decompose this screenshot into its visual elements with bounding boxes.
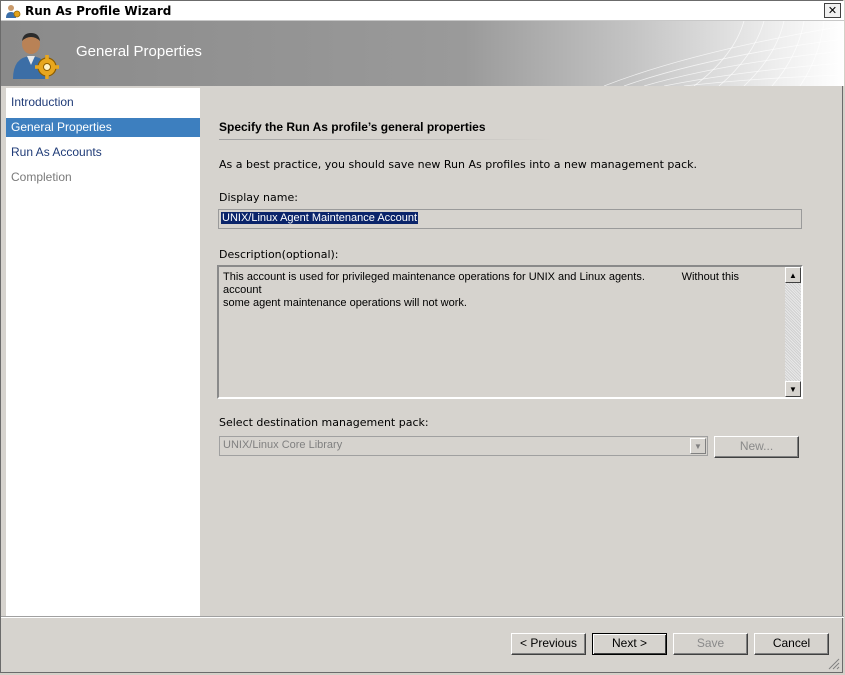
resize-grip-icon[interactable] (828, 658, 840, 670)
display-name-value: UNIX/Linux Agent Maintenance Account (221, 212, 419, 224)
chevron-down-icon: ▼ (690, 438, 706, 454)
management-pack-label: Select destination management pack: (219, 416, 429, 429)
description-scrollbar[interactable]: ▲ ▼ (785, 267, 801, 397)
decorative-mesh (603, 21, 844, 86)
display-name-field[interactable]: UNIX/Linux Agent Maintenance Account (218, 209, 802, 229)
next-button[interactable]: Next > (592, 633, 667, 655)
display-name-label: Display name: (219, 191, 298, 204)
header-banner: General Properties (1, 21, 844, 86)
description-field[interactable]: This account is used for privileged main… (217, 265, 803, 399)
management-pack-value: UNIX/Linux Core Library (223, 439, 343, 451)
instruction-text: As a best practice, you should save new … (219, 158, 698, 171)
page-heading: Specify the Run As profile’s general pro… (219, 120, 486, 134)
nav-item-run-as-accounts[interactable]: Run As Accounts (6, 143, 200, 162)
description-label: Description(optional): (219, 248, 339, 261)
footer-divider (1, 616, 844, 618)
nav-item-introduction[interactable]: Introduction (6, 93, 200, 112)
window-title: Run As Profile Wizard (25, 4, 172, 18)
management-pack-select: UNIX/Linux Core Library ▼ (219, 436, 708, 456)
new-management-pack-button: New... (714, 436, 799, 458)
title-bar: Run As Profile Wizard ✕ (1, 1, 844, 21)
close-icon[interactable]: ✕ (824, 3, 841, 18)
user-gear-icon (13, 33, 59, 79)
heading-divider (219, 139, 553, 140)
banner-title: General Properties (76, 43, 202, 60)
save-button: Save (673, 633, 748, 655)
scroll-down-icon[interactable]: ▼ (785, 381, 801, 397)
description-value: This account is used for privileged main… (223, 271, 740, 309)
wizard-window: Run As Profile Wizard ✕ General Properti… (0, 0, 844, 673)
cancel-button[interactable]: Cancel (754, 633, 829, 655)
app-icon (6, 5, 21, 18)
previous-button[interactable]: < Previous (511, 633, 586, 655)
nav-item-general-properties[interactable]: General Properties (6, 118, 200, 137)
wizard-nav: Introduction General Properties Run As A… (6, 88, 200, 617)
main-panel: Specify the Run As profile’s general pro… (201, 88, 844, 617)
scroll-up-icon[interactable]: ▲ (785, 267, 801, 283)
nav-item-completion: Completion (11, 170, 72, 184)
